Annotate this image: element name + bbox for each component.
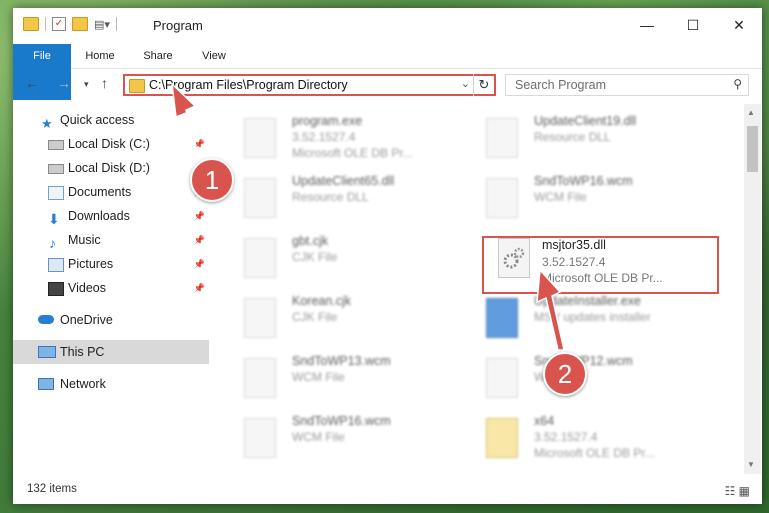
callout-badge-2: 2 <box>543 352 587 396</box>
callout-badge-1: 1 <box>190 158 234 202</box>
arrow-1 <box>171 82 202 173</box>
arrow-2 <box>536 268 565 351</box>
annotation-overlay <box>171 82 565 351</box>
